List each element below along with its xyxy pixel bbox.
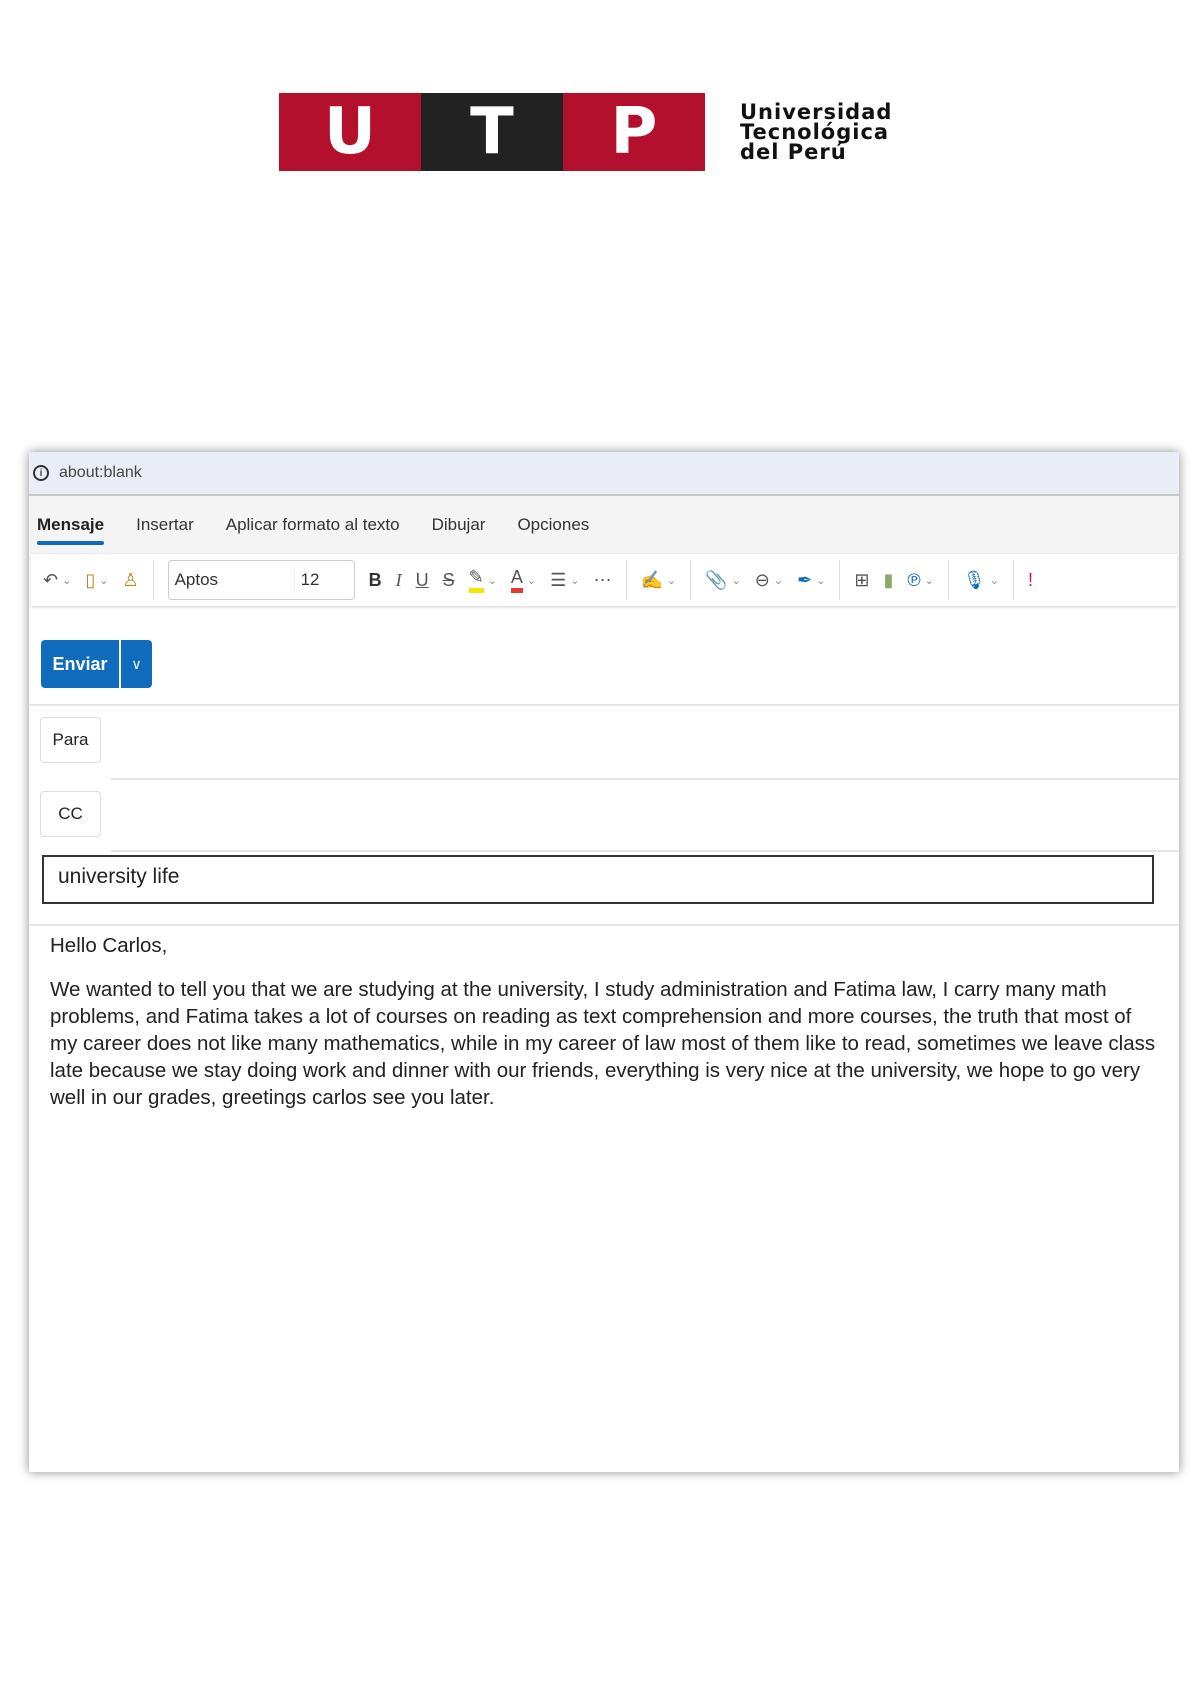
chevron-down-icon[interactable]: ⌄ (527, 574, 536, 587)
more-icon[interactable]: ⋯ (594, 570, 612, 591)
logo-line: Tecnológica (740, 120, 890, 144)
undo-icon[interactable]: ↶ (43, 570, 58, 591)
chevron-down-icon[interactable]: ⌄ (570, 574, 579, 587)
tab-aplicar-formato[interactable]: Aplicar formato al texto (226, 515, 400, 535)
insights-icon[interactable]: ▮ (884, 570, 894, 591)
importance-icon[interactable]: ! (1028, 570, 1033, 591)
bold-icon[interactable]: B (369, 570, 382, 591)
chevron-down-icon[interactable]: ⌄ (488, 574, 497, 587)
chevron-down-icon[interactable]: ⌄ (99, 574, 108, 587)
divider (625, 560, 627, 600)
toolbar: ↶ ⌄ ▯ ⌄ ♙ Aptos 12 B I U S ✎ ⌄ A ⌄ ☰ ⌄ ⋯ ✍ ⌄ 📎… (31, 554, 1177, 606)
tab-insertar[interactable]: Insertar (136, 515, 194, 535)
logo-line: del Perú (740, 140, 847, 164)
chevron-down-icon[interactable]: ⌄ (667, 574, 676, 587)
cc-button[interactable]: CC (40, 791, 101, 837)
divider (29, 704, 1179, 706)
format-painter-icon[interactable]: ♙ (122, 570, 138, 591)
apps-icon[interactable]: ⊞ (854, 570, 869, 591)
chevron-down-icon[interactable]: ⌄ (990, 574, 999, 587)
chevron-down-icon[interactable]: ⌄ (816, 574, 825, 587)
chevron-down-icon[interactable]: ⌄ (732, 574, 741, 587)
chevron-down-icon[interactable]: ⌄ (774, 574, 783, 587)
logo-letter: P (563, 93, 705, 171)
editor-icon[interactable]: ✍ (641, 570, 663, 591)
font-name[interactable]: Aptos (169, 570, 294, 590)
copilot-icon[interactable]: ℗ (907, 570, 920, 591)
chevron-down-icon[interactable]: ⌄ (62, 574, 71, 587)
paste-icon[interactable]: ▯ (85, 570, 95, 591)
utp-logo: U T P (279, 93, 705, 171)
subject-input[interactable]: university life (42, 855, 1154, 904)
tab-dibujar[interactable]: Dibujar (432, 515, 486, 535)
send-options-chevron-icon[interactable]: ∨ (121, 640, 152, 688)
logo-line: Universidad (740, 100, 893, 124)
cc-field[interactable] (111, 850, 1179, 852)
address-text: about:blank (59, 464, 142, 481)
to-button[interactable]: Para (40, 717, 101, 763)
font-size[interactable]: 12 (293, 570, 354, 590)
font-color-icon[interactable]: A (510, 567, 523, 593)
compose-window: i about:blank Mensaje Insertar Aplicar f… (29, 452, 1179, 1472)
ribbon-tabs: Mensaje Insertar Aplicar formato al text… (29, 496, 1179, 554)
address-bar[interactable]: i about:blank (29, 452, 1179, 496)
divider (839, 560, 841, 600)
dictate-icon[interactable]: 🎙 (963, 570, 986, 591)
chevron-down-icon[interactable]: ⌄ (925, 574, 934, 587)
italic-icon[interactable]: I (396, 570, 402, 591)
divider (29, 924, 1179, 926)
font-selector[interactable]: Aptos 12 (167, 560, 355, 600)
divider (690, 560, 692, 600)
strikethrough-icon[interactable]: S (443, 570, 455, 591)
send-button-group: Enviar ∨ (41, 640, 152, 688)
tab-opciones[interactable]: Opciones (517, 515, 589, 535)
attach-icon[interactable]: 📎 (705, 570, 727, 591)
link-icon[interactable]: ⊖ (755, 570, 770, 591)
highlight-icon[interactable]: ✎ (468, 567, 484, 593)
info-icon[interactable]: i (33, 465, 49, 481)
greeting: Hello Carlos, (50, 934, 168, 957)
divider (947, 560, 949, 600)
divider (1012, 560, 1014, 600)
tab-mensaje[interactable]: Mensaje (37, 515, 105, 545)
message-body[interactable]: Hello Carlos, We wanted to tell you that… (50, 932, 1160, 1128)
logo-letter: U (279, 93, 421, 171)
underline-icon[interactable]: U (416, 570, 429, 591)
logo-text: Universidad Tecnológica del Perú (740, 100, 893, 164)
send-button[interactable]: Enviar (41, 640, 119, 688)
divider (152, 560, 154, 600)
body-paragraph: We wanted to tell you that we are studyi… (50, 978, 1156, 1109)
to-field[interactable] (111, 778, 1179, 780)
signature-icon[interactable]: ✒ (797, 570, 812, 591)
logo-letter: T (421, 93, 563, 171)
line-spacing-icon[interactable]: ☰ (550, 570, 566, 591)
